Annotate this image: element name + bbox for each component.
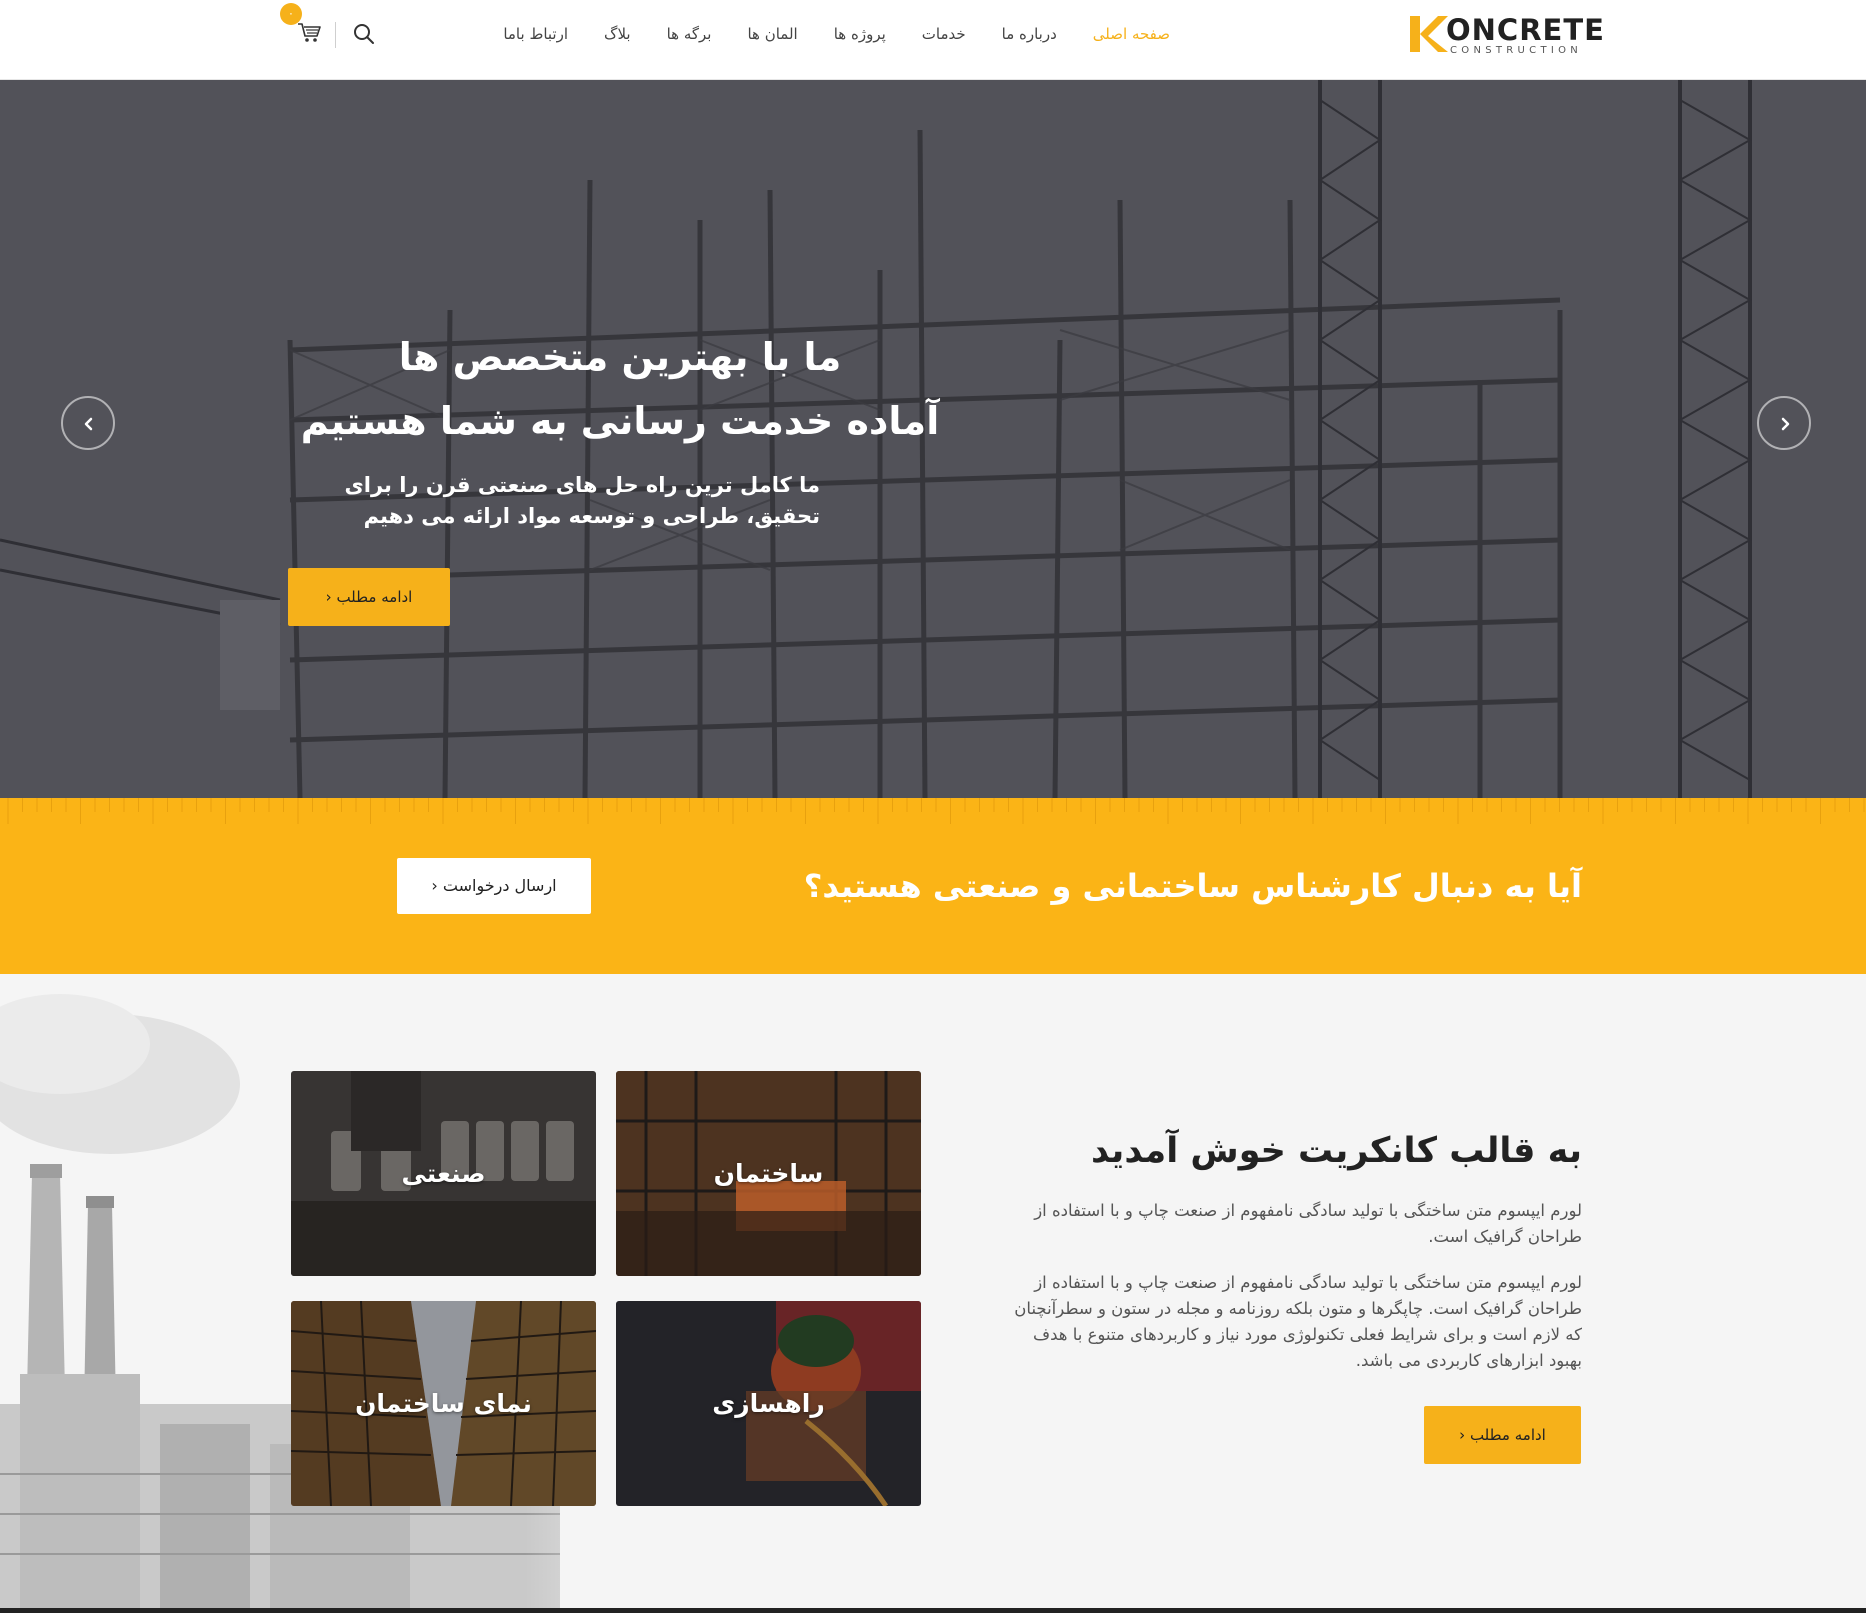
welcome-paragraph-2: لورم ایپسوم متن ساختگی با تولید سادگی نا…: [972, 1270, 1582, 1374]
welcome-p2-line4: بهبود ابزارهای کاربردی می باشد.: [1355, 1351, 1582, 1370]
site-header: ONCRETE CONSTRUCTION ارتباط باما بلاگ برگه…: [0, 0, 1866, 80]
main-nav: ارتباط باما بلاگ برگه ها المان ها پروژه ها خد…: [503, 22, 1170, 46]
logo-tagline: CONSTRUCTION: [1450, 45, 1583, 56]
cta-band: آیا به دنبال کارشناس ساختمانی و صنعتی هس…: [0, 798, 1866, 974]
chevron-left-icon: ‹: [1459, 1426, 1466, 1444]
hero-title: ما با بهترین متخصص ها آماده خدمت رسانی ب…: [290, 325, 950, 453]
nav-item-8[interactable]: ارتباط باما: [503, 22, 568, 46]
card-label: ساختمان: [713, 1159, 824, 1188]
hero-title-line1: ما با بهترین متخصص ها: [398, 335, 842, 379]
hero-prev-button[interactable]: [61, 396, 115, 450]
cta-headline: آیا به دنبال کارشناس ساختمانی و صنعتی هس…: [803, 867, 1582, 905]
factory-background-image: [0, 974, 700, 1608]
cart-count-badge: ۰: [280, 3, 302, 25]
hero-read-more-button[interactable]: ادامه مطلب ‹: [288, 568, 450, 626]
chevron-right-icon: [1781, 417, 1790, 431]
chevron-left-icon: ‹: [325, 588, 332, 606]
welcome-p1-line2: طراحان گرافیک است.: [1428, 1227, 1582, 1246]
welcome-section: ساختمان صنعتی راهسازی نمای ساختمان به قا…: [0, 974, 1866, 1608]
site-logo[interactable]: ONCRETE CONSTRUCTION: [1408, 14, 1604, 56]
nav-item-1[interactable]: صفحه اصلی: [1093, 22, 1170, 46]
card-label: نمای ساختمان: [355, 1389, 532, 1418]
hero-subtitle-line2: تحقیق، طراحی و توسعه مواد ارائه می دهیم: [363, 504, 820, 528]
hero-title-line2: آماده خدمت رسانی به شما هستیم: [300, 399, 940, 443]
send-request-label: ارسال درخواست: [442, 876, 557, 895]
welcome-p2-line2: طراحان گرافیک است. چاپگرها و متون بلکه ر…: [1014, 1299, 1582, 1318]
chevron-left-icon: ‹: [431, 876, 438, 895]
hero-slider: ما با بهترین متخصص ها آماده خدمت رسانی ب…: [0, 80, 1866, 798]
welcome-read-more-label: ادامه مطلب: [1469, 1426, 1546, 1444]
nav-item-6[interactable]: برگه ها: [667, 22, 712, 46]
logo-wordmark: ONCRETE: [1446, 13, 1605, 47]
service-card-facade[interactable]: نمای ساختمان: [291, 1301, 596, 1506]
nav-item-4[interactable]: پروژه ها: [834, 22, 886, 46]
nav-item-2[interactable]: درباره ما: [1002, 22, 1057, 46]
card-label: راهسازی: [712, 1389, 825, 1418]
nav-item-7[interactable]: بلاگ: [604, 22, 631, 46]
hero-read-more-label: ادامه مطلب: [336, 588, 413, 606]
welcome-paragraph-1: لورم ایپسوم متن ساختگی با تولید سادگی نا…: [972, 1198, 1582, 1250]
cart-icon: [298, 23, 321, 42]
hero-next-button[interactable]: [1757, 396, 1811, 450]
footer-edge: [0, 1608, 1866, 1613]
welcome-title: به قالب کانکریت خوش آمدید: [1090, 1131, 1582, 1171]
send-request-button[interactable]: ارسال درخواست ‹: [397, 858, 591, 914]
logo-k-icon: [1410, 16, 1448, 52]
welcome-p1-line1: لورم ایپسوم متن ساختگی با تولید سادگی نا…: [1034, 1201, 1582, 1220]
hero-subtitle-line1: ما کامل ترین راه حل های صنعتی قرن را برا…: [344, 473, 820, 497]
chevron-left-icon: [84, 417, 93, 431]
card-label: صنعتی: [401, 1159, 486, 1188]
service-card-building[interactable]: ساختمان: [616, 1071, 921, 1276]
ruler-ticks-decoration: [7, 798, 1865, 824]
nav-item-5[interactable]: المان ها: [747, 22, 797, 46]
service-card-industrial[interactable]: صنعتی: [291, 1071, 596, 1276]
hero-subtitle: ما کامل ترین راه حل های صنعتی قرن را برا…: [320, 470, 820, 532]
search-button[interactable]: [352, 22, 376, 46]
welcome-p2-line1: لورم ایپسوم متن ساختگی با تولید سادگی نا…: [1034, 1273, 1582, 1292]
nav-item-3[interactable]: خدمات: [922, 22, 966, 46]
welcome-read-more-button[interactable]: ادامه مطلب ‹: [1424, 1406, 1581, 1464]
service-card-roadwork[interactable]: راهسازی: [616, 1301, 921, 1506]
nav-divider: [335, 22, 336, 48]
welcome-p2-line3: که لازم است و برای شرایط فعلی تکنولوژی م…: [1033, 1325, 1582, 1344]
cart-button[interactable]: [296, 20, 324, 46]
search-icon: [354, 24, 374, 44]
